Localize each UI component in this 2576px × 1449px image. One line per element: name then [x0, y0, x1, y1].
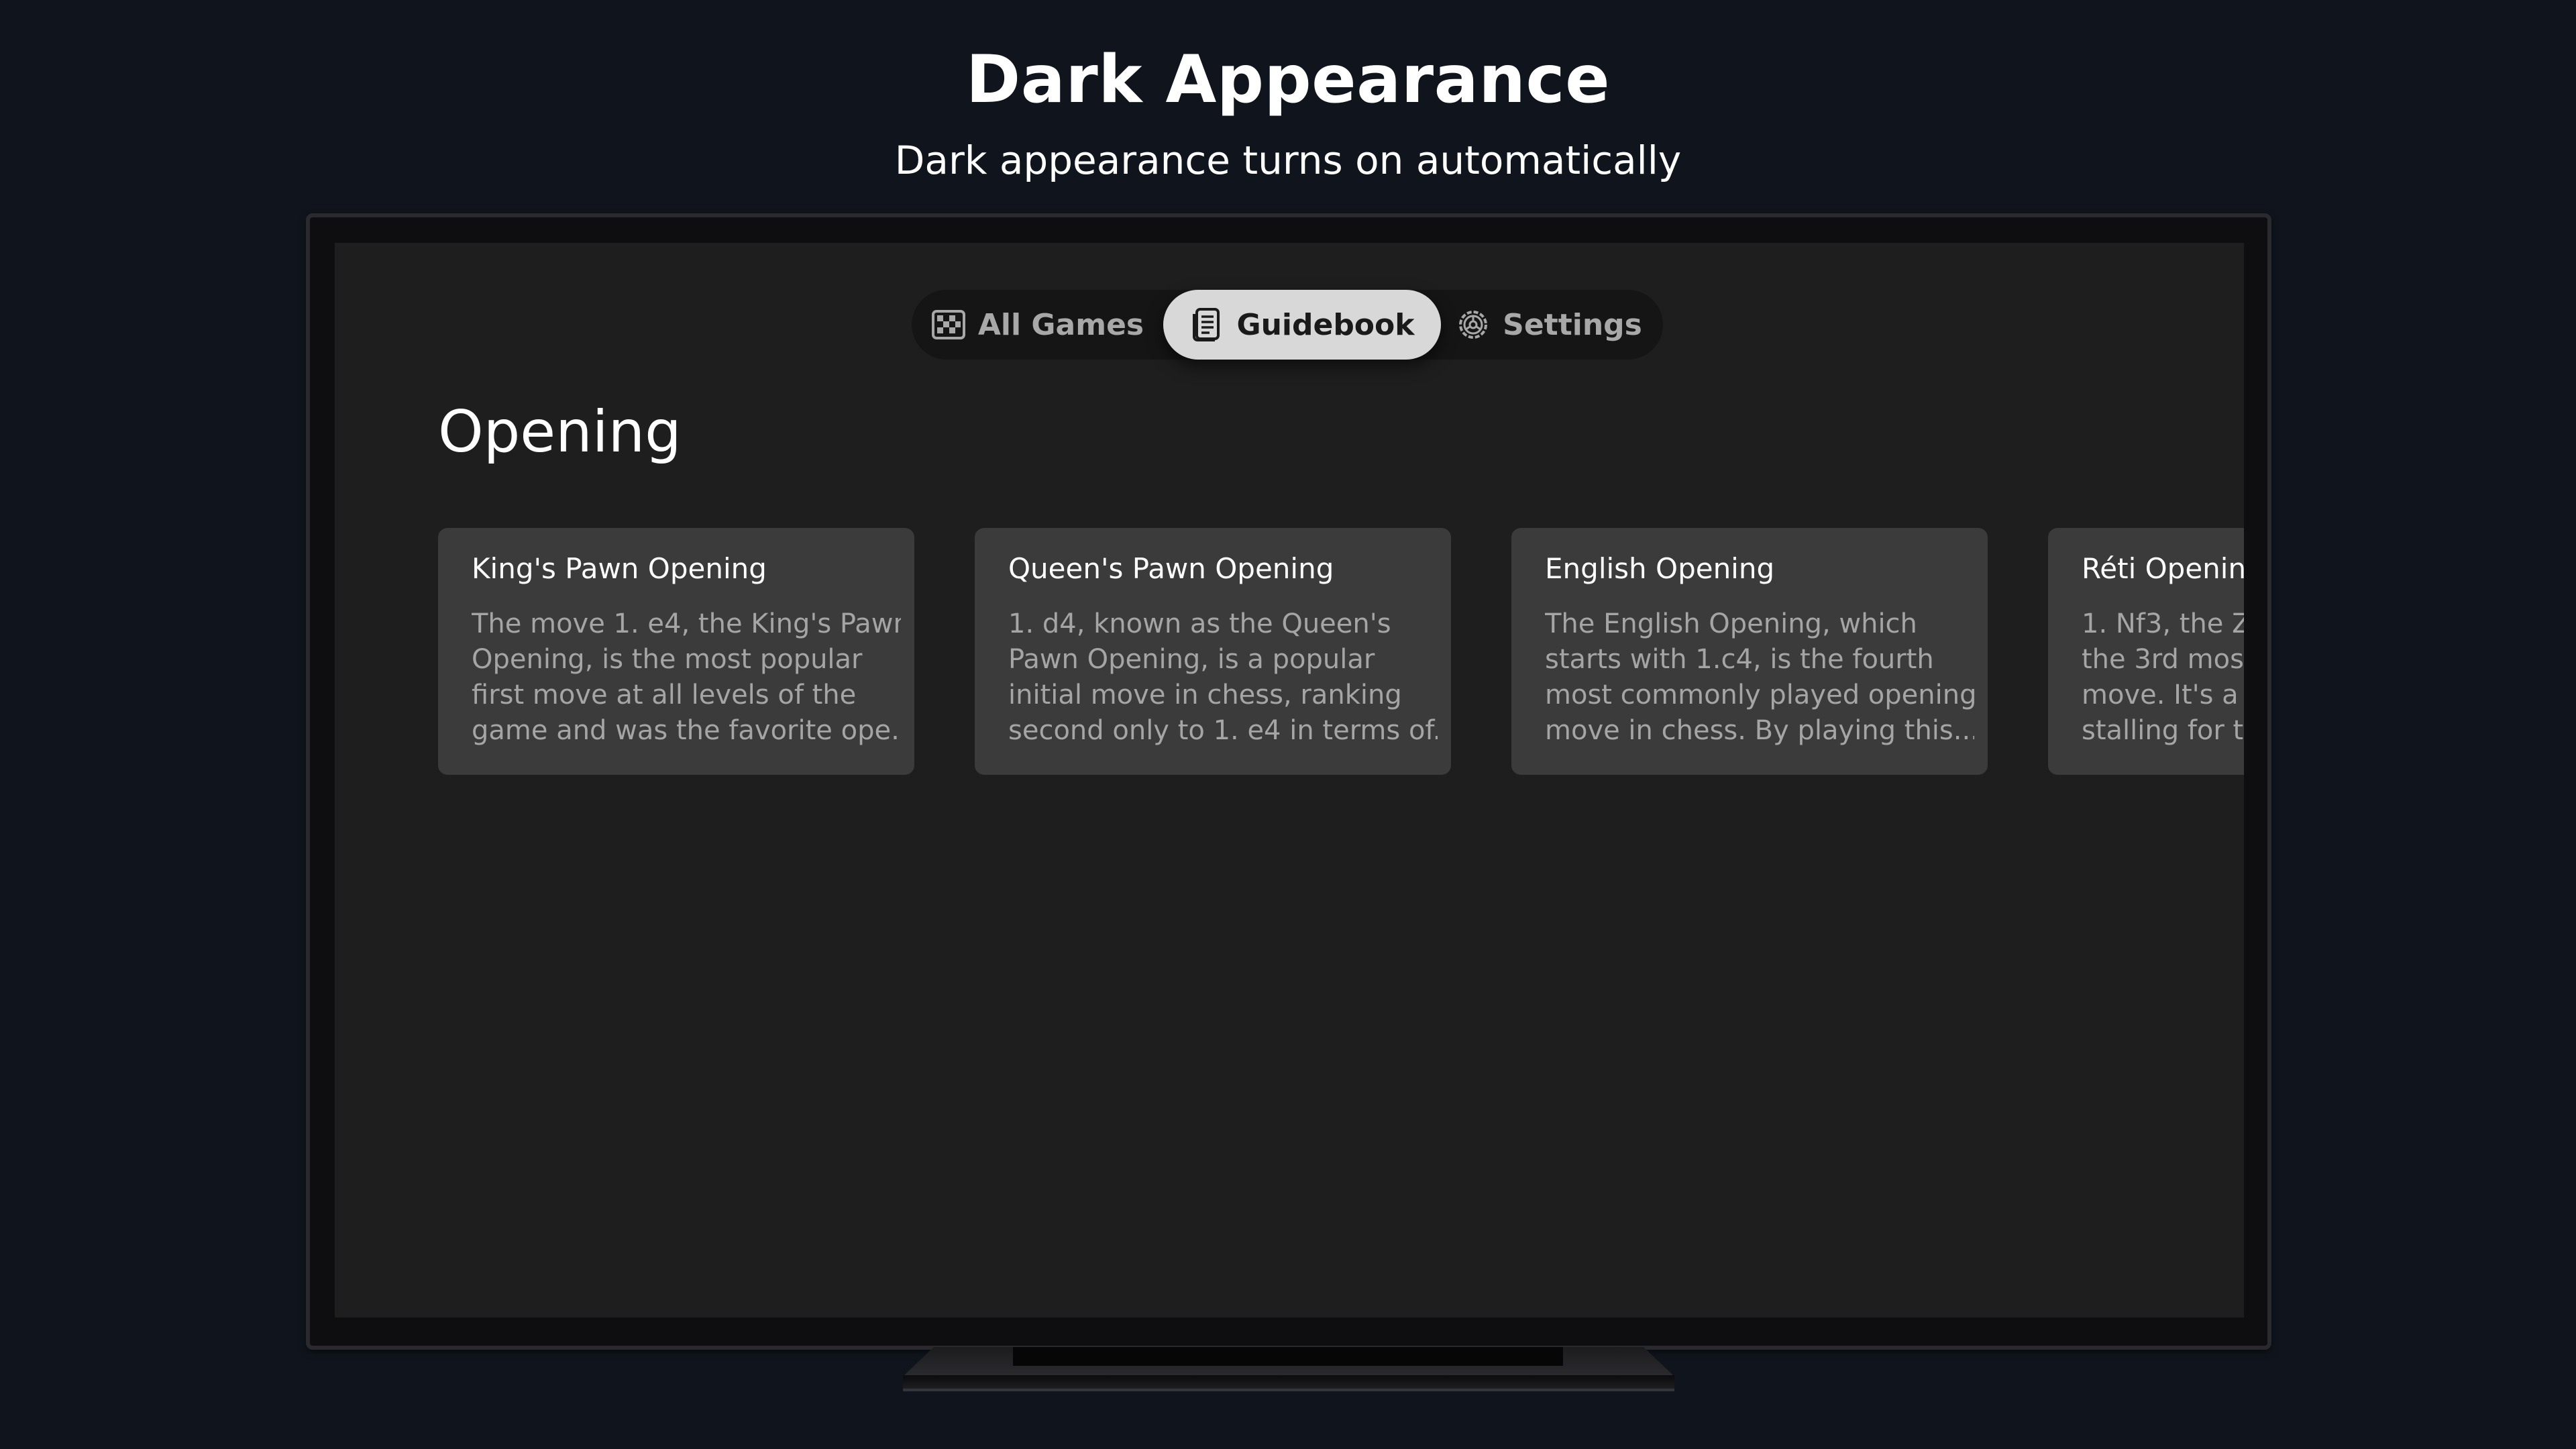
tab-settings-label: Settings	[1503, 307, 1642, 342]
section-title: Opening	[438, 398, 682, 466]
card-description-line: most commonly played opening	[1545, 680, 1974, 710]
page-headline: Dark Appearance	[965, 42, 1611, 118]
card-description-line: stalling for tir	[2082, 715, 2244, 746]
card-description-line: second only to 1. e4 in terms of...	[1008, 715, 1438, 746]
card-description-line: initial move in chess, ranking	[1008, 680, 1402, 710]
card-description-line: starts with 1.c4, is the fourth	[1545, 644, 1934, 675]
tab-settings[interactable]: Settings	[1448, 290, 1650, 360]
tab-guidebook-label: Guidebook	[1236, 307, 1415, 342]
card-description-line: move in chess. By playing this...	[1545, 715, 1974, 746]
card-description-line: Pawn Opening, is a popular	[1008, 644, 1375, 675]
guide-card-queens-pawn[interactable]: Queen's Pawn Opening 1. d4, known as the…	[975, 528, 1451, 775]
card-title: King's Pawn Opening	[472, 552, 767, 585]
card-description: 1. d4, known as the Queen's Pawn Opening…	[1008, 606, 1438, 749]
gear-icon	[1456, 307, 1491, 342]
card-description-line: Opening, is the most popular	[472, 644, 863, 675]
card-description: The English Opening, which starts with 1…	[1545, 606, 1974, 749]
tab-guidebook[interactable]: Guidebook	[1163, 290, 1441, 360]
guide-card-kings-pawn[interactable]: King's Pawn Opening The move 1. e4, the …	[438, 528, 914, 775]
card-description: 1. Nf3, the Zu the 3rd most move. It's a…	[2082, 606, 2244, 749]
card-description-line: game and was the favorite ope...	[472, 715, 901, 746]
card-description-line: 1. Nf3, the Zu	[2082, 608, 2244, 639]
tv-screen: All Games Guidebook Settings Opening Kin…	[335, 243, 2244, 1318]
card-title: Réti Opening	[2082, 552, 2244, 585]
tv-stand-base	[903, 1375, 1674, 1391]
card-description-line: the 3rd most	[2082, 644, 2244, 675]
card-description: The move 1. e4, the King's Pawn Opening,…	[472, 606, 901, 749]
guide-card-english[interactable]: English Opening The English Opening, whi…	[1511, 528, 1988, 775]
guide-card-reti[interactable]: Réti Opening 1. Nf3, the Zu the 3rd most…	[2048, 528, 2244, 775]
card-description-line: The move 1. e4, the King's Pawn	[472, 608, 901, 639]
card-description-line: The English Opening, which	[1545, 608, 1917, 639]
tab-all-games[interactable]: All Games	[912, 290, 1163, 360]
card-description-line: 1. d4, known as the Queen's	[1008, 608, 1391, 639]
card-title: Queen's Pawn Opening	[1008, 552, 1334, 585]
page-subheadline: Dark appearance turns on automatically	[894, 138, 1682, 183]
tv-stand-shadow	[1013, 1347, 1563, 1366]
tab-all-games-label: All Games	[977, 307, 1144, 342]
card-description-line: move. It's a s	[2082, 680, 2244, 710]
tab-bar: All Games Guidebook Settings	[912, 290, 1663, 360]
card-title: English Opening	[1545, 552, 1775, 585]
book-icon	[1189, 307, 1224, 342]
checkerboard-icon	[931, 307, 966, 342]
card-description-line: first move at all levels of the	[472, 680, 857, 710]
